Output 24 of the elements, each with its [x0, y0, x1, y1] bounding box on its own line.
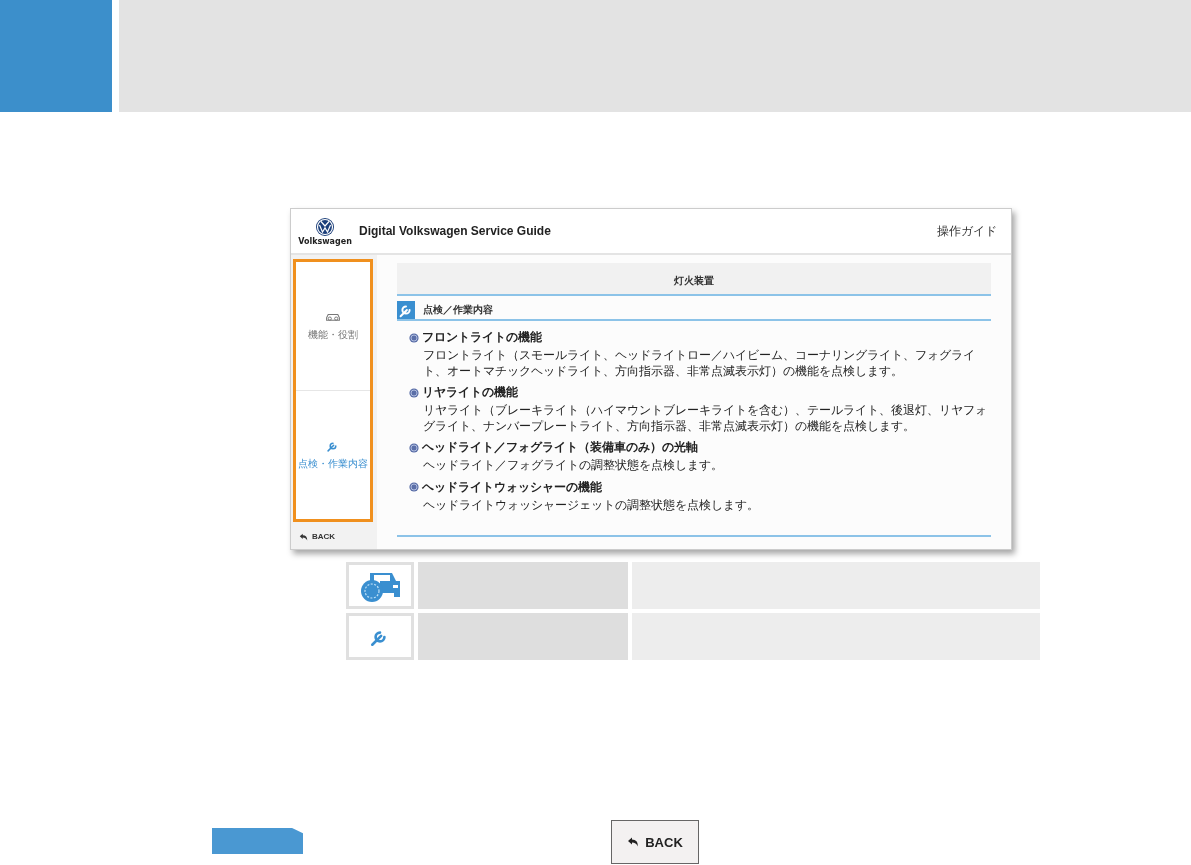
app-title: Digital Volkswagen Service Guide — [359, 224, 552, 238]
section-title: 点検／作業内容 — [423, 303, 493, 317]
back-arrow-icon — [627, 837, 640, 847]
item-description: フロントライト（スモールライト、ヘッドライトロー／ハイビーム、コーナリングライト、フォグライト、オートマチックヘッドライト、方向指示器、非常点滅表示灯）の機能を点検します。 — [423, 348, 976, 380]
logo-text: Volkswagen — [298, 236, 352, 246]
category-header: 灯火装置 — [397, 263, 991, 296]
item-description: リヤライト（ブレーキライト（ハイマウントブレーキライトを含む）、テールライト、後退灯、リヤフォグライト、ナンバープレートライト、方向指示器、非常点滅表示灯）の機能を点検します。 — [423, 403, 988, 435]
bullet-icon — [409, 442, 419, 453]
item-title[interactable]: リヤライトの機能 — [422, 384, 518, 402]
item-title[interactable]: ヘッドライト／フォグライト（装備車のみ）の光軸 — [422, 439, 698, 457]
item-description: ヘッドライトウォッシャージェットの調整状態を点検します。 — [423, 497, 760, 514]
logo-icon — [315, 216, 335, 237]
item-title[interactable]: フロントライトの機能 — [422, 329, 542, 346]
guide-link[interactable]: 操作ガイド — [937, 222, 997, 240]
item-description: ヘッドライト／フォグライトの調整状態を点検します。 — [423, 458, 724, 474]
item-title[interactable]: ヘッドライトウォッシャーの機能 — [422, 478, 602, 496]
bullet-icon — [409, 332, 419, 343]
sidebar-item[interactable]: 点検・作業内容 — [296, 390, 370, 519]
wrench-icon — [397, 301, 415, 319]
sidebar-item[interactable]: 機能・役割 — [296, 262, 370, 390]
back-arrow-icon — [299, 532, 308, 541]
back-button[interactable]: BACK — [611, 820, 699, 864]
bullet-icon — [409, 482, 419, 493]
bullet-icon — [409, 387, 419, 398]
